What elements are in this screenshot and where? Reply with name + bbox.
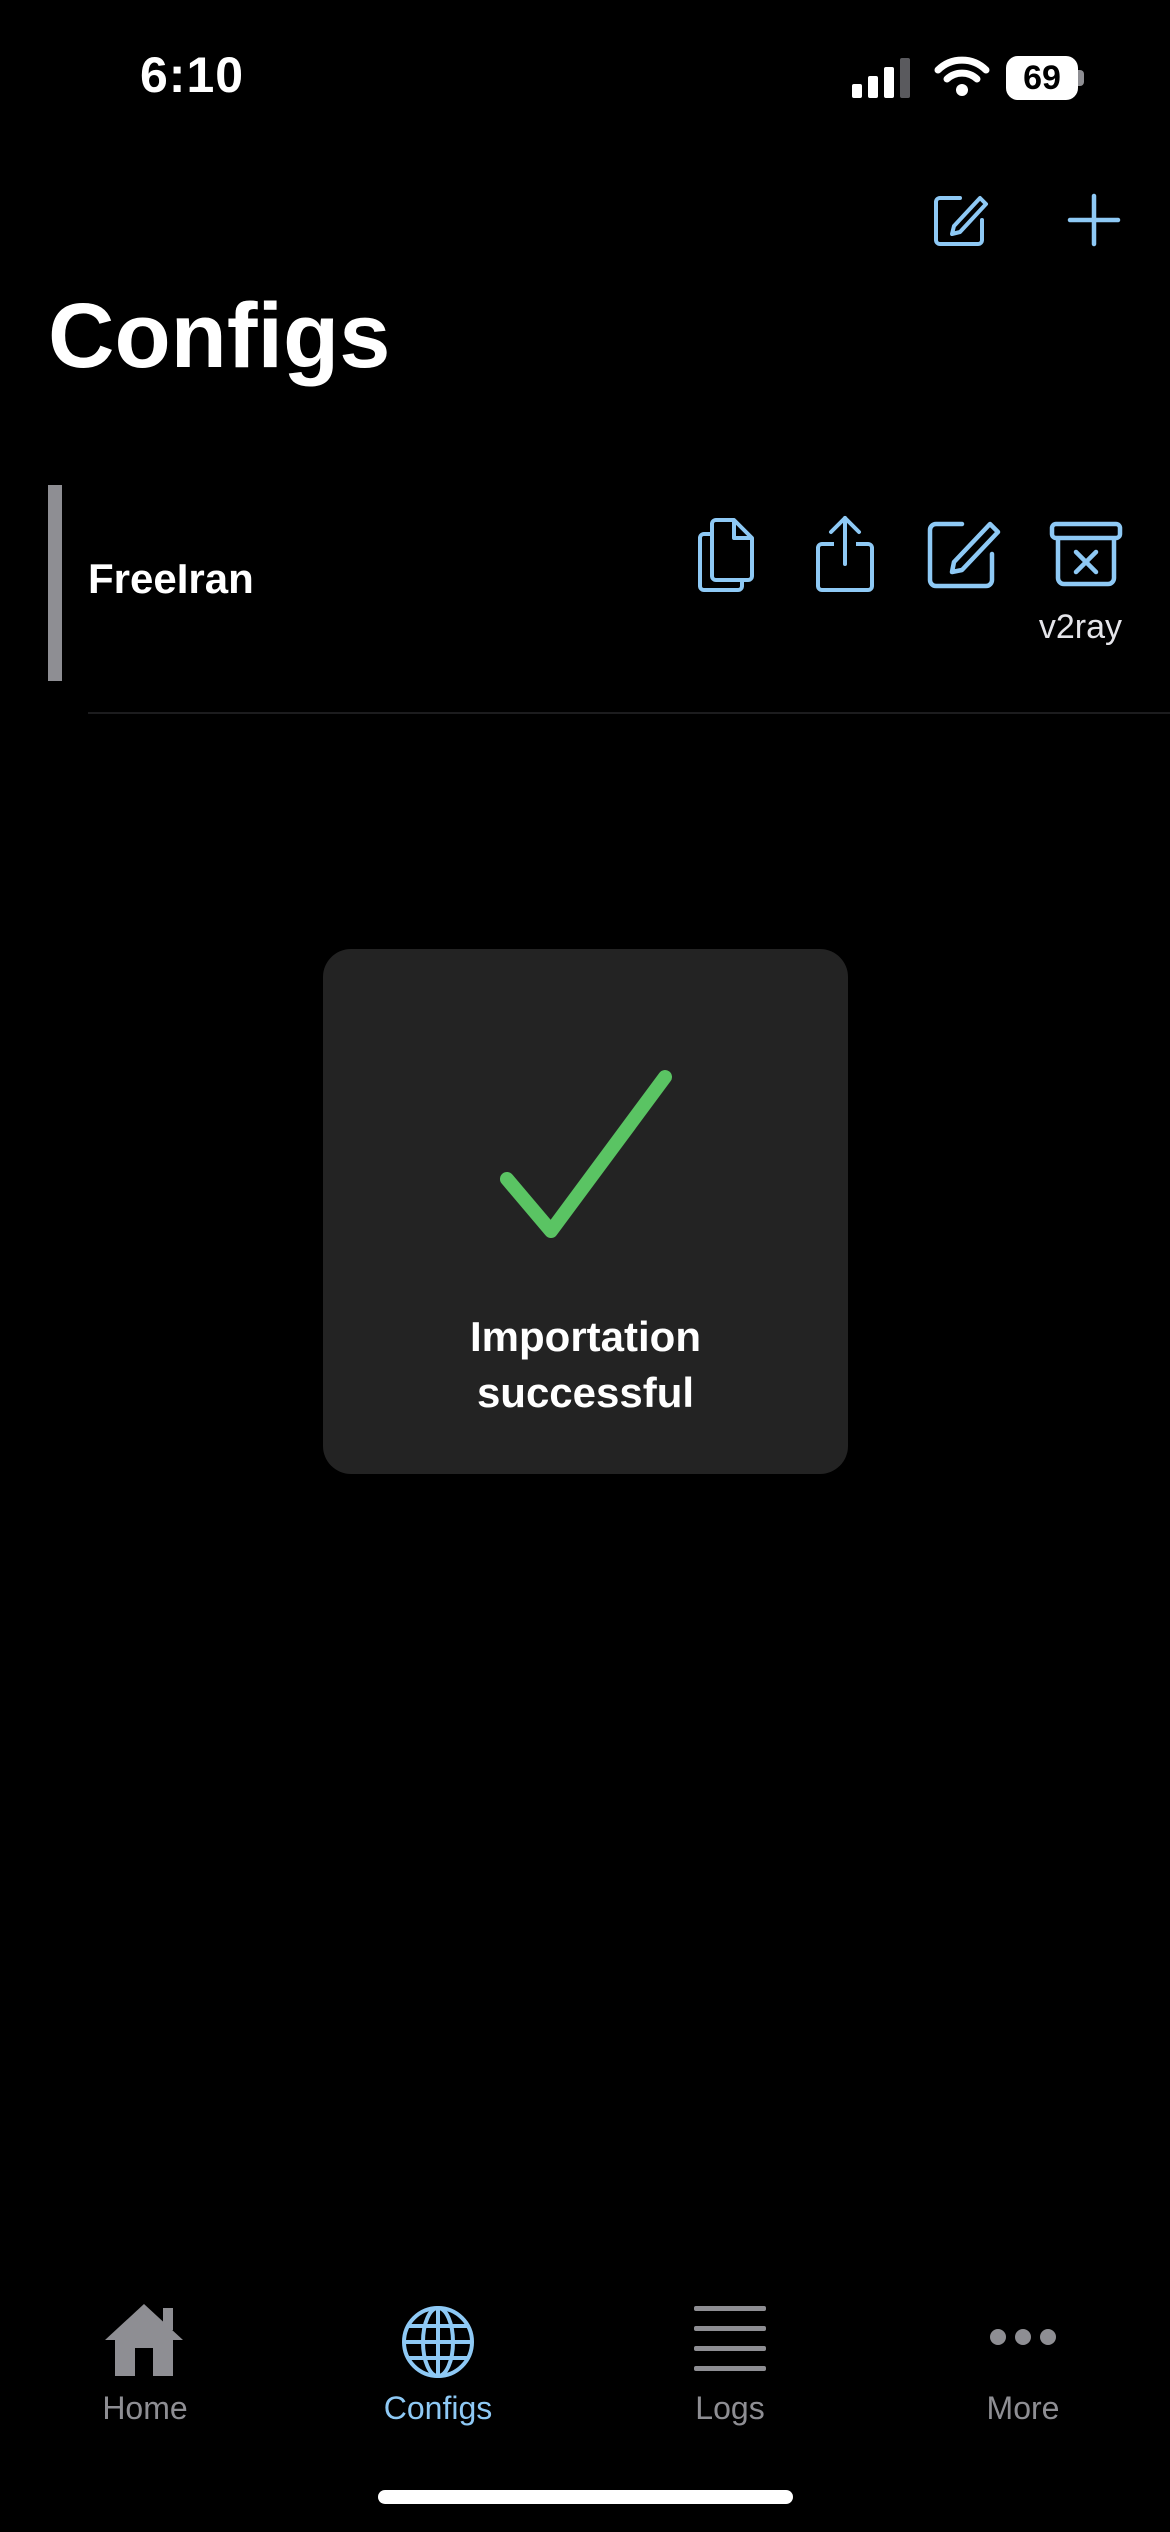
lines-icon	[694, 2306, 766, 2371]
battery-level: 69	[1023, 59, 1061, 97]
square-and-pencil-icon[interactable]	[930, 190, 990, 250]
plus-icon[interactable]	[1066, 192, 1122, 248]
cellular-signal-icon	[852, 58, 910, 98]
tab-home[interactable]: Home	[35, 2290, 255, 2450]
share-icon[interactable]	[814, 514, 876, 594]
page-title: Configs	[48, 285, 391, 387]
ellipsis-icon	[990, 2329, 1056, 2345]
config-name: FreeIran	[88, 555, 254, 602]
config-type: v2ray	[1038, 608, 1122, 646]
toast-message: Importation successful	[470, 1313, 701, 1416]
tab-label-logs: Logs	[695, 2390, 765, 2426]
edit-icon[interactable]	[926, 516, 1002, 592]
wifi-icon	[934, 56, 990, 96]
home-indicator[interactable]	[378, 2490, 793, 2504]
tab-logs[interactable]: Logs	[620, 2290, 840, 2450]
row-divider	[88, 712, 1170, 714]
tab-configs[interactable]: Configs	[328, 2290, 548, 2450]
tab-label-more: More	[986, 2390, 1060, 2426]
copy-icon[interactable]	[694, 516, 760, 592]
import-success-toast: Importation successful	[323, 949, 848, 1474]
battery-icon: 69	[1006, 56, 1086, 100]
tab-more[interactable]: More	[913, 2290, 1133, 2450]
delete-icon[interactable]	[1048, 520, 1124, 588]
configs-screen: 6:10 69 Configs FreeIran v2ray Importati…	[0, 0, 1170, 2532]
checkmark-icon	[500, 1070, 672, 1238]
globe-icon	[402, 2306, 474, 2378]
status-time: 6:10	[140, 47, 245, 103]
tab-label-home: Home	[102, 2390, 188, 2426]
house-icon	[105, 2304, 183, 2376]
selection-indicator	[48, 485, 62, 681]
tab-label-configs: Configs	[383, 2390, 493, 2426]
